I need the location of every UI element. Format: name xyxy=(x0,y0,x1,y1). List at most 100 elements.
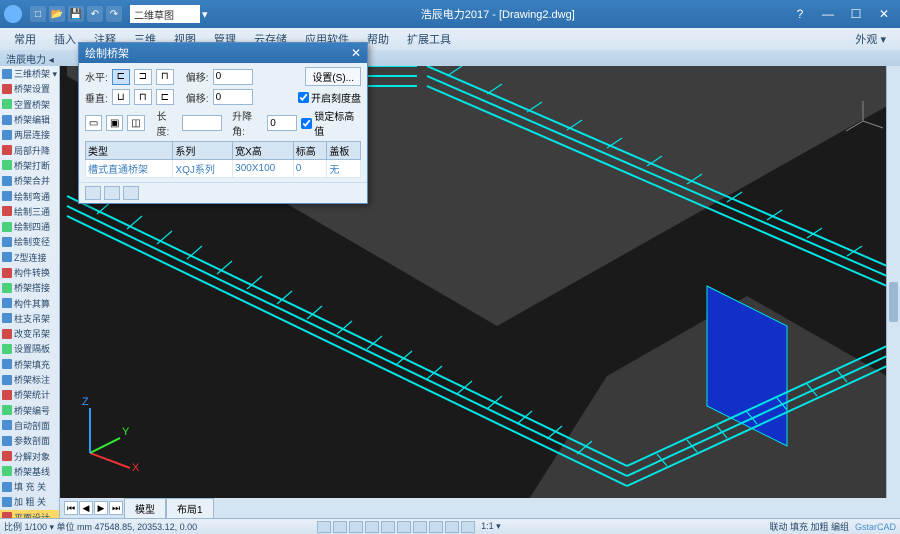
vertical-scrollbar[interactable] xyxy=(886,66,900,498)
scale-checkbox[interactable] xyxy=(298,92,309,103)
length-input[interactable] xyxy=(182,115,222,131)
sidebar-item[interactable]: 空置桥架 xyxy=(0,97,59,112)
horiz-opt-3[interactable]: ⊓ xyxy=(156,69,174,85)
sidebar-item[interactable]: 桥架设置 xyxy=(0,81,59,96)
offset-input-1[interactable] xyxy=(213,69,253,85)
zoom-dropdown[interactable]: 1:1 ▾ xyxy=(481,521,501,532)
cable-tray-dialog: 绘制桥架 ✕ 水平: ⊏ ⊐ ⊓ 偏移: 设置(S)... 垂直: ⊔ ⊓ ⊏ … xyxy=(78,42,368,204)
footer-btn-2[interactable] xyxy=(104,186,120,200)
extra-toggle[interactable] xyxy=(461,521,475,533)
workspace-dropdown[interactable]: 二维草图 xyxy=(130,5,200,23)
qat-open-icon[interactable]: 📂 xyxy=(49,6,65,22)
sidebar-item[interactable]: 填 充 关 xyxy=(0,479,59,494)
dialog-titlebar[interactable]: 绘制桥架 ✕ xyxy=(79,43,367,63)
tab-nav-prev-icon[interactable]: ◀ xyxy=(79,501,93,515)
sidebar-item[interactable]: 桥架合并 xyxy=(0,173,59,188)
menu-item[interactable]: 常用 xyxy=(6,29,44,49)
horiz-opt-2[interactable]: ⊐ xyxy=(134,69,152,85)
model-tab[interactable]: 模型 xyxy=(124,498,166,519)
ribbon-tab-label[interactable]: 浩辰电力 ◂ xyxy=(6,51,54,66)
settings-button[interactable]: 设置(S)... xyxy=(305,67,361,86)
qat-redo-icon[interactable]: ↷ xyxy=(106,6,122,22)
tab-nav-next-icon[interactable]: ▶ xyxy=(94,501,108,515)
appearance-dropdown[interactable]: 外观 ▾ xyxy=(847,29,894,49)
tool-opt-3[interactable]: ◫ xyxy=(127,115,144,131)
sidebar-item-label: 桥架编辑 xyxy=(14,113,50,126)
angle-input[interactable] xyxy=(267,115,297,131)
sidebar-item[interactable]: 桥架统计 xyxy=(0,387,59,402)
sidebar-item[interactable]: 柱支吊架 xyxy=(0,311,59,326)
help-icon[interactable]: ? xyxy=(788,5,812,23)
sidebar-item[interactable]: 构件转换 xyxy=(0,265,59,280)
tab-nav-last-icon[interactable]: ⏭ xyxy=(109,501,123,515)
brand-label: GstarCAD xyxy=(855,522,896,532)
sidebar-item[interactable]: 自动剖面 xyxy=(0,418,59,433)
sidebar-item[interactable]: 改变吊架 xyxy=(0,326,59,341)
dialog-close-icon[interactable]: ✕ xyxy=(351,46,361,60)
qat-save-icon[interactable]: 💾 xyxy=(68,6,84,22)
sidebar-item[interactable]: 加 粗 关 xyxy=(0,494,59,509)
qat-new-icon[interactable]: □ xyxy=(30,6,46,22)
sidebar-item[interactable]: 桥架搭接 xyxy=(0,280,59,295)
sidebar-item[interactable]: 参数剖面 xyxy=(0,433,59,448)
sidebar-item-icon xyxy=(2,329,12,339)
tool-opt-1[interactable]: ▭ xyxy=(85,115,102,131)
grid-toggle[interactable] xyxy=(333,521,347,533)
lock-elev-checkbox[interactable] xyxy=(301,118,312,129)
ucs-axis-indicator: X Y Z xyxy=(70,393,150,478)
close-button[interactable]: ✕ xyxy=(872,5,896,23)
osnap-toggle[interactable] xyxy=(381,521,395,533)
sidebar-item[interactable]: 三维桥架 ▾ xyxy=(0,66,59,81)
vert-opt-3[interactable]: ⊏ xyxy=(156,89,174,105)
sidebar-item-icon xyxy=(2,206,12,216)
model-toggle[interactable] xyxy=(445,521,459,533)
tab-nav-first-icon[interactable]: ⏮ xyxy=(64,501,78,515)
offset-label-2: 偏移: xyxy=(186,90,209,105)
otrack-toggle[interactable] xyxy=(397,521,411,533)
minimize-button[interactable]: — xyxy=(816,5,840,23)
status-modes[interactable]: 联动 填充 加粗 编组 xyxy=(769,520,849,533)
view-gizmo[interactable] xyxy=(838,96,888,151)
sidebar-item[interactable]: 桥架标注 xyxy=(0,372,59,387)
sidebar-item[interactable]: 桥架基线 xyxy=(0,464,59,479)
vert-opt-1[interactable]: ⊔ xyxy=(112,89,130,105)
sidebar-item[interactable]: 桥架填充 xyxy=(0,357,59,372)
sidebar-item-icon xyxy=(2,298,12,308)
vert-opt-2[interactable]: ⊓ xyxy=(134,89,152,105)
sidebar-item[interactable]: Z型连接 xyxy=(0,250,59,265)
sidebar-item[interactable]: 构件其算 xyxy=(0,295,59,310)
length-label: 长度: xyxy=(157,108,179,138)
table-row[interactable]: 槽式直通桥架 XQJ系列 300X100 0 无 xyxy=(86,160,361,178)
qat-undo-icon[interactable]: ↶ xyxy=(87,6,103,22)
sidebar-item[interactable]: 绘制变径 xyxy=(0,234,59,249)
sidebar-item-label: 填 充 关 xyxy=(14,480,46,493)
polar-toggle[interactable] xyxy=(365,521,379,533)
footer-btn-1[interactable] xyxy=(85,186,101,200)
menu-item[interactable]: 扩展工具 xyxy=(399,29,459,49)
sidebar-item[interactable]: 两层连接 xyxy=(0,127,59,142)
sidebar-item[interactable]: 桥架打断 xyxy=(0,158,59,173)
sidebar-item[interactable]: 桥架编号 xyxy=(0,403,59,418)
sidebar-item[interactable]: 绘制四通 xyxy=(0,219,59,234)
sidebar-item-label: 桥架打断 xyxy=(14,159,50,172)
layout-tab[interactable]: 布局1 xyxy=(166,498,214,519)
angle-label: 升降角: xyxy=(232,108,263,138)
horiz-opt-1[interactable]: ⊏ xyxy=(112,69,130,85)
sidebar-item[interactable]: 桥架编辑 xyxy=(0,112,59,127)
snap-toggle[interactable] xyxy=(317,521,331,533)
sidebar-item[interactable]: 设置隔板 xyxy=(0,341,59,356)
maximize-button[interactable]: ☐ xyxy=(844,5,868,23)
footer-btn-3[interactable] xyxy=(123,186,139,200)
dyn-toggle[interactable] xyxy=(413,521,427,533)
sidebar-item[interactable]: 绘制三通 xyxy=(0,204,59,219)
sidebar-item[interactable]: 绘制弯通 xyxy=(0,188,59,203)
sidebar-item-icon xyxy=(2,375,12,385)
sidebar-item[interactable]: 局部升降 xyxy=(0,142,59,157)
offset-input-2[interactable] xyxy=(213,89,253,105)
status-bar: 比例 1/100 ▾ 单位 mm 47548.85, 20353.12, 0.0… xyxy=(0,518,900,534)
ortho-toggle[interactable] xyxy=(349,521,363,533)
sidebar-item[interactable]: 平面设计 xyxy=(0,510,59,518)
lwt-toggle[interactable] xyxy=(429,521,443,533)
tool-opt-2[interactable]: ▣ xyxy=(106,115,123,131)
sidebar-item[interactable]: 分解对象 xyxy=(0,448,59,463)
